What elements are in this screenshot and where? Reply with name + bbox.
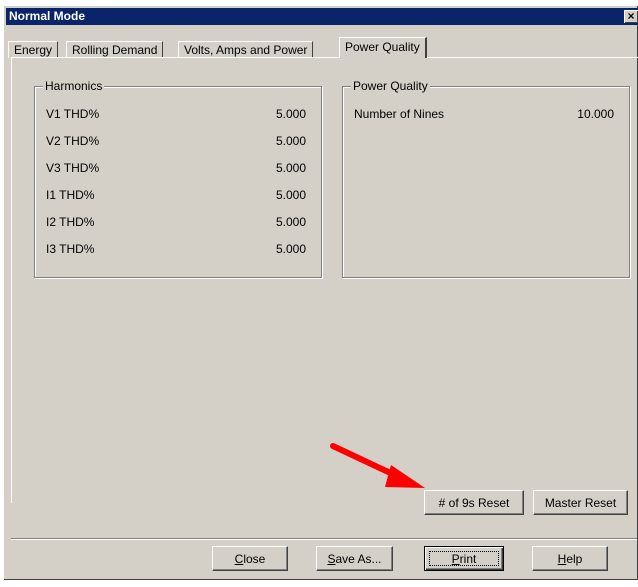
close-label: lose [243,552,266,566]
row-value: 5.000 [275,107,306,121]
title-bar[interactable]: Normal Mode × [6,8,638,25]
save-as-button[interactable]: Save As... [316,546,393,571]
row-label: V3 THD% [46,161,100,175]
dialog-window: Normal Mode × Energy Rolling Demand Volt… [3,5,638,580]
row-value: 5.000 [275,215,306,229]
tab-volts-amps-power[interactable]: Volts, Amps and Power [178,41,314,58]
print-button[interactable]: Print [424,546,504,571]
help-button[interactable]: Help [532,546,608,571]
master-reset-button[interactable]: Master Reset [533,490,628,515]
power-quality-group: Power Quality Number of Nines 10.000 [342,79,630,278]
list-item: V3 THD% 5.000 [35,161,321,175]
close-icon[interactable]: × [624,10,638,23]
close-button[interactable]: Close [212,546,288,571]
window-title: Normal Mode [9,9,86,23]
row-value: 5.000 [275,161,306,175]
list-item: I3 THD% 5.000 [35,242,321,256]
tab-energy[interactable]: Energy [8,41,59,58]
row-label: V1 THD% [46,107,100,121]
row-label: V2 THD% [46,134,100,148]
tab-rolling-demand[interactable]: Rolling Demand [66,41,164,58]
row-value: 5.000 [275,134,306,148]
red-arrow-icon [330,443,425,488]
list-item: Number of Nines 10.000 [343,107,629,121]
list-item: V2 THD% 5.000 [35,134,321,148]
harmonics-title: Harmonics [43,79,105,93]
divider [11,539,637,540]
harmonics-group: Harmonics V1 THD% 5.000 V2 THD% 5.000 V3… [34,79,322,278]
tab-panel: Harmonics V1 THD% 5.000 V2 THD% 5.000 V3… [11,57,638,515]
row-label: I1 THD% [46,188,95,202]
row-value: 5.000 [275,242,306,256]
save-label: ave As... [335,552,382,566]
row-label: Number of Nines [354,107,445,121]
tab-power-quality[interactable]: Power Quality [339,37,427,58]
row-label: I3 THD% [46,242,95,256]
focus-rect [429,551,499,566]
row-label: I2 THD% [46,215,95,229]
row-value: 10.000 [577,107,614,121]
list-item: V1 THD% 5.000 [35,107,321,121]
row-value: 5.000 [275,188,306,202]
help-label: elp [566,552,583,566]
list-item: I1 THD% 5.000 [35,188,321,202]
power-quality-title: Power Quality [351,79,430,93]
nines-reset-button[interactable]: # of 9s Reset [424,490,524,515]
list-item: I2 THD% 5.000 [35,215,321,229]
